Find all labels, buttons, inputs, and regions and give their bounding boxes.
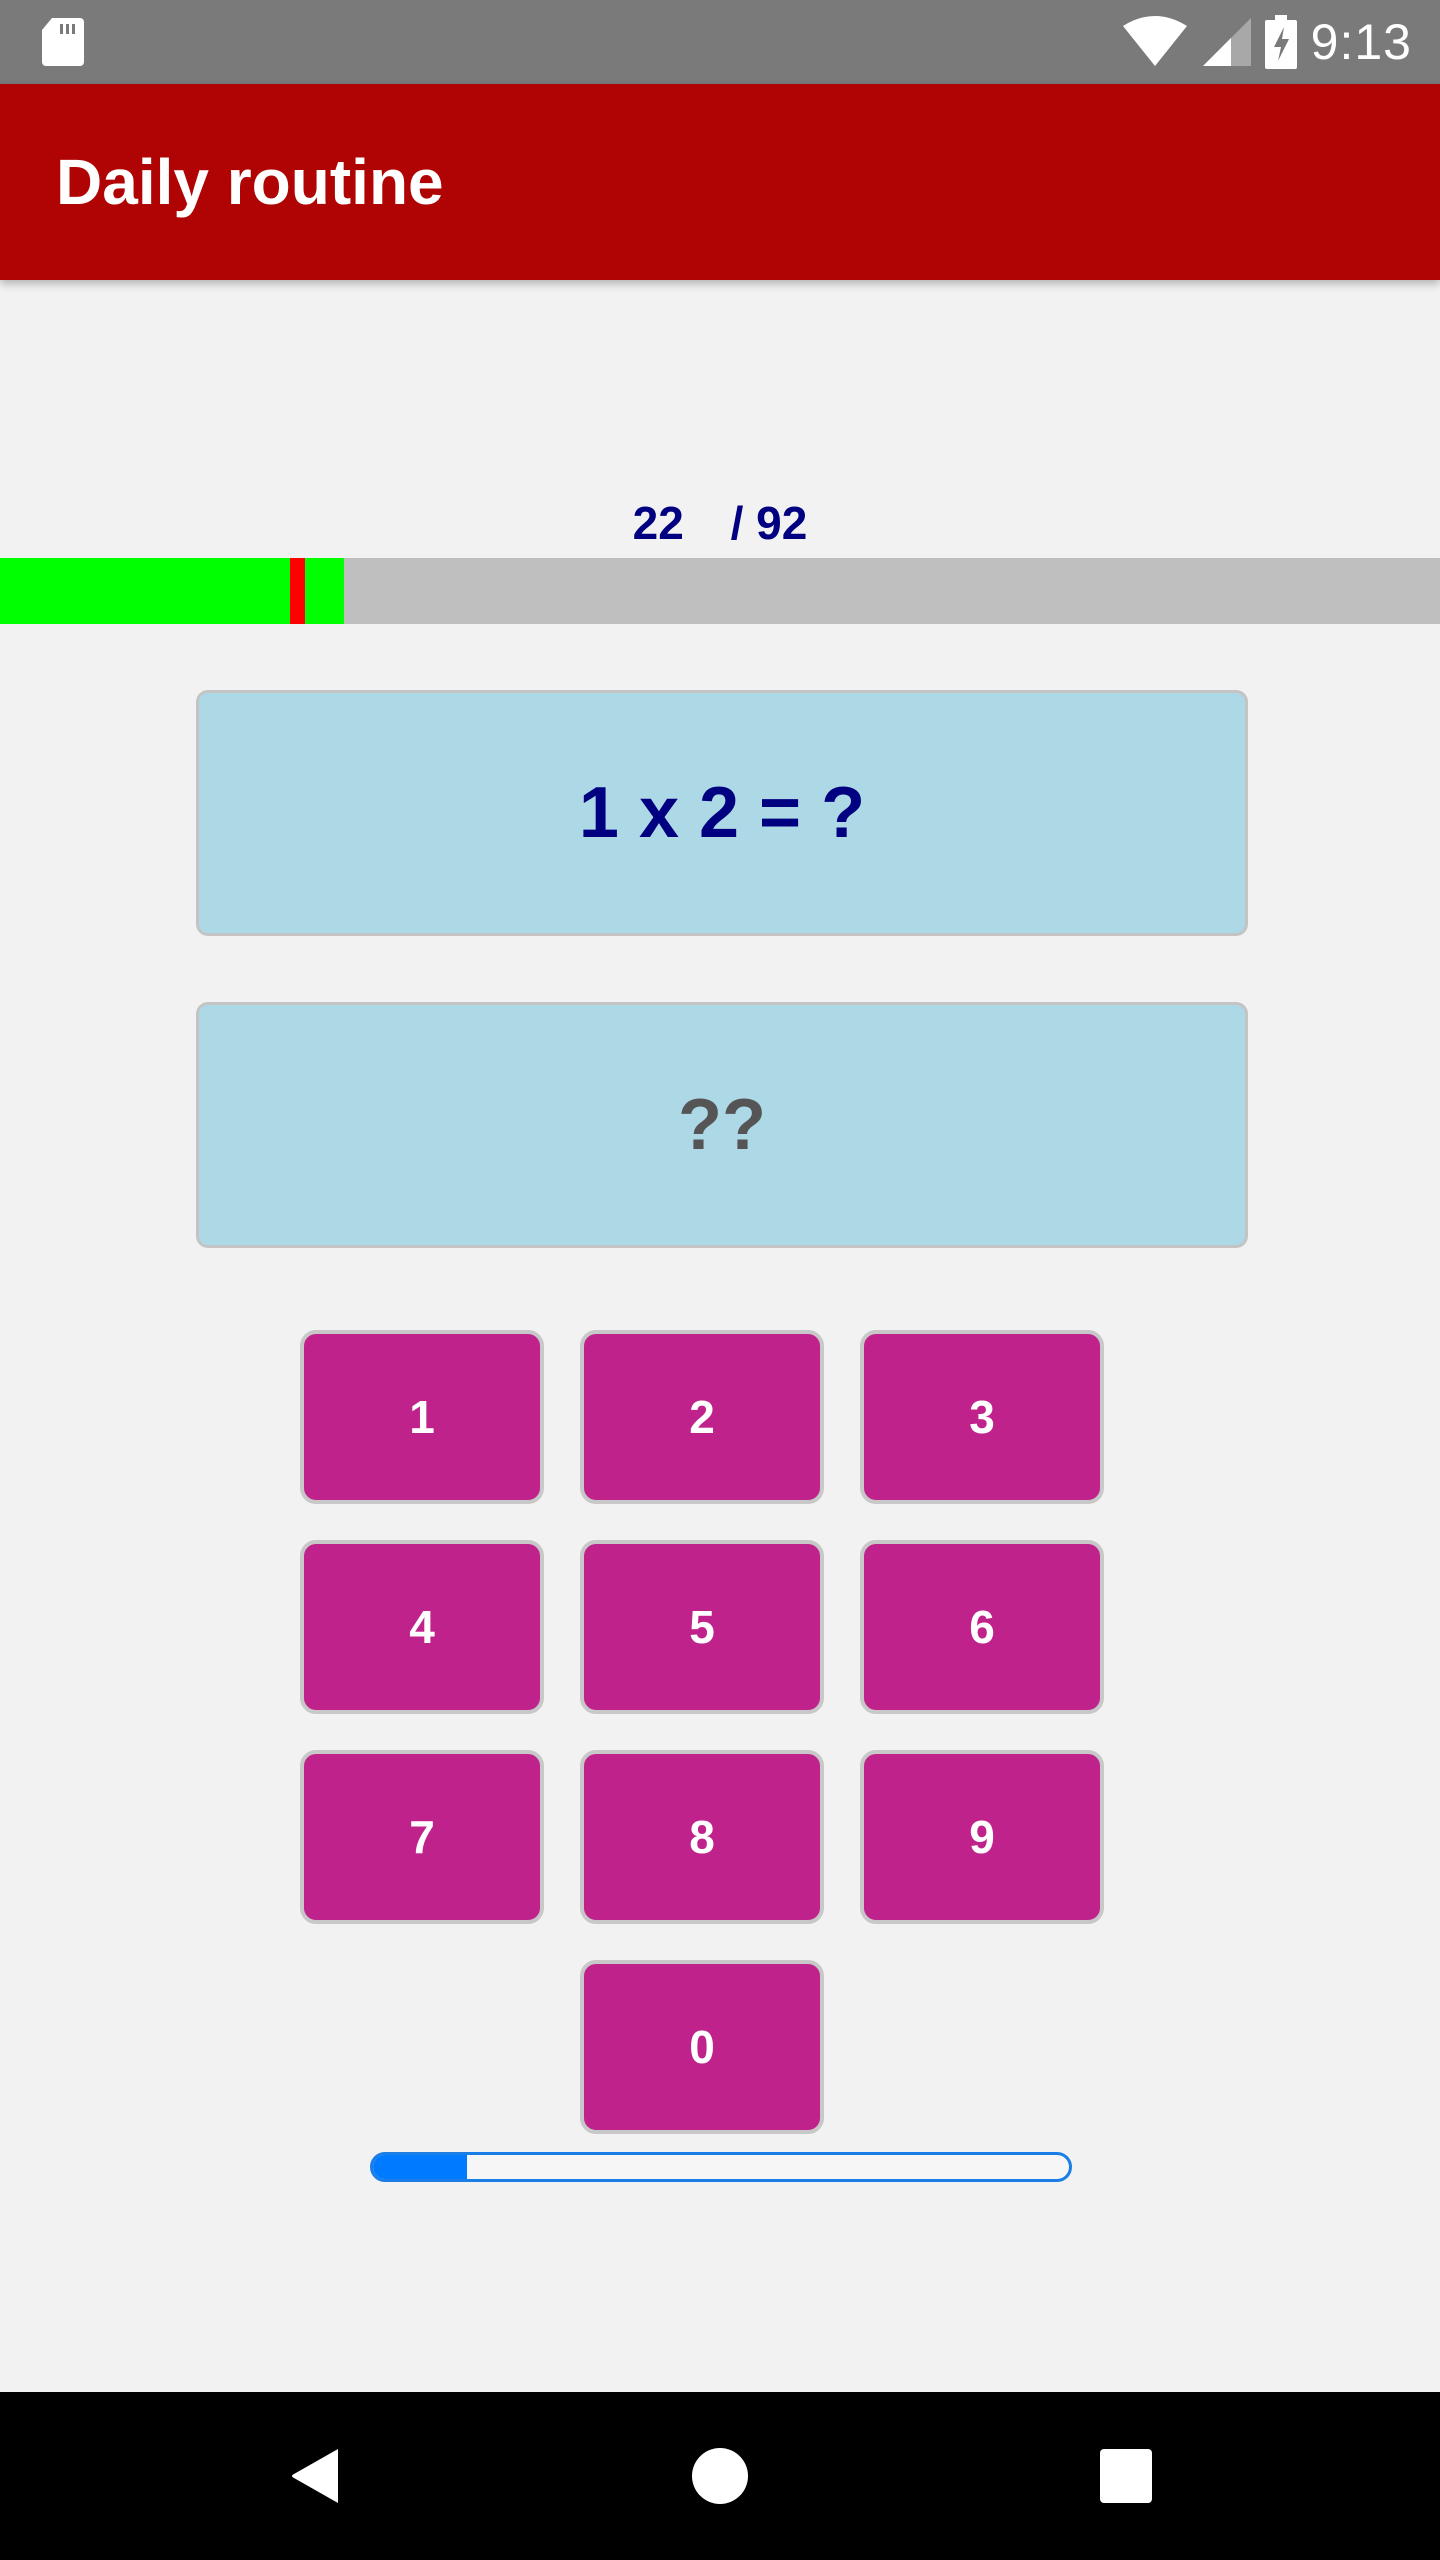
key-8[interactable]: 8	[580, 1750, 824, 1924]
back-icon	[292, 2449, 338, 2503]
key-label: 4	[409, 1601, 435, 1653]
key-label: 5	[689, 1601, 715, 1653]
progress-segment-wrong	[289, 558, 306, 624]
cellular-signal-icon	[1202, 18, 1251, 66]
sd-card-icon	[42, 18, 84, 66]
timer-bar	[370, 2152, 1072, 2182]
progress-total: / 92	[730, 497, 808, 549]
key-1[interactable]: 1	[300, 1330, 544, 1504]
key-7[interactable]: 7	[300, 1750, 544, 1924]
wifi-icon	[1122, 16, 1187, 66]
key-label: 8	[689, 1811, 715, 1863]
key-2[interactable]: 2	[580, 1330, 824, 1504]
answer-display: ??	[196, 1002, 1248, 1248]
home-button[interactable]	[640, 2392, 800, 2560]
answer-text: ??	[678, 1085, 766, 1165]
key-4[interactable]: 4	[300, 1540, 544, 1714]
recents-icon	[1100, 2449, 1152, 2503]
key-6[interactable]: 6	[860, 1540, 1104, 1714]
status-bar: 9:13	[0, 0, 1440, 84]
timer-fill	[373, 2155, 467, 2179]
progress-counter: 22 / 92	[0, 496, 1440, 550]
recents-button[interactable]	[1046, 2392, 1206, 2560]
progress-track	[0, 558, 1440, 624]
app-title: Daily routine	[56, 146, 444, 218]
progress-current: 22	[632, 497, 684, 549]
status-time: 9:13	[1310, 14, 1412, 70]
progress-segment-correct	[305, 558, 345, 624]
key-5[interactable]: 5	[580, 1540, 824, 1714]
key-9[interactable]: 9	[860, 1750, 1104, 1924]
key-3[interactable]: 3	[860, 1330, 1104, 1504]
key-label: 6	[969, 1601, 995, 1653]
key-0[interactable]: 0	[580, 1960, 824, 2134]
key-label: 0	[689, 2021, 715, 2073]
progress-segment-correct	[0, 558, 290, 624]
app-bar: Daily routine	[0, 84, 1440, 280]
navigation-bar	[0, 2392, 1440, 2560]
key-label: 1	[409, 1391, 435, 1443]
question-card: 1 x 2 = ?	[196, 690, 1248, 936]
key-label: 7	[409, 1811, 435, 1863]
key-label: 9	[969, 1811, 995, 1863]
battery-charging-icon	[1264, 15, 1297, 69]
key-label: 3	[969, 1391, 995, 1443]
question-text: 1 x 2 = ?	[578, 773, 866, 853]
home-icon	[692, 2448, 748, 2504]
back-button[interactable]	[236, 2392, 396, 2560]
key-label: 2	[689, 1391, 715, 1443]
